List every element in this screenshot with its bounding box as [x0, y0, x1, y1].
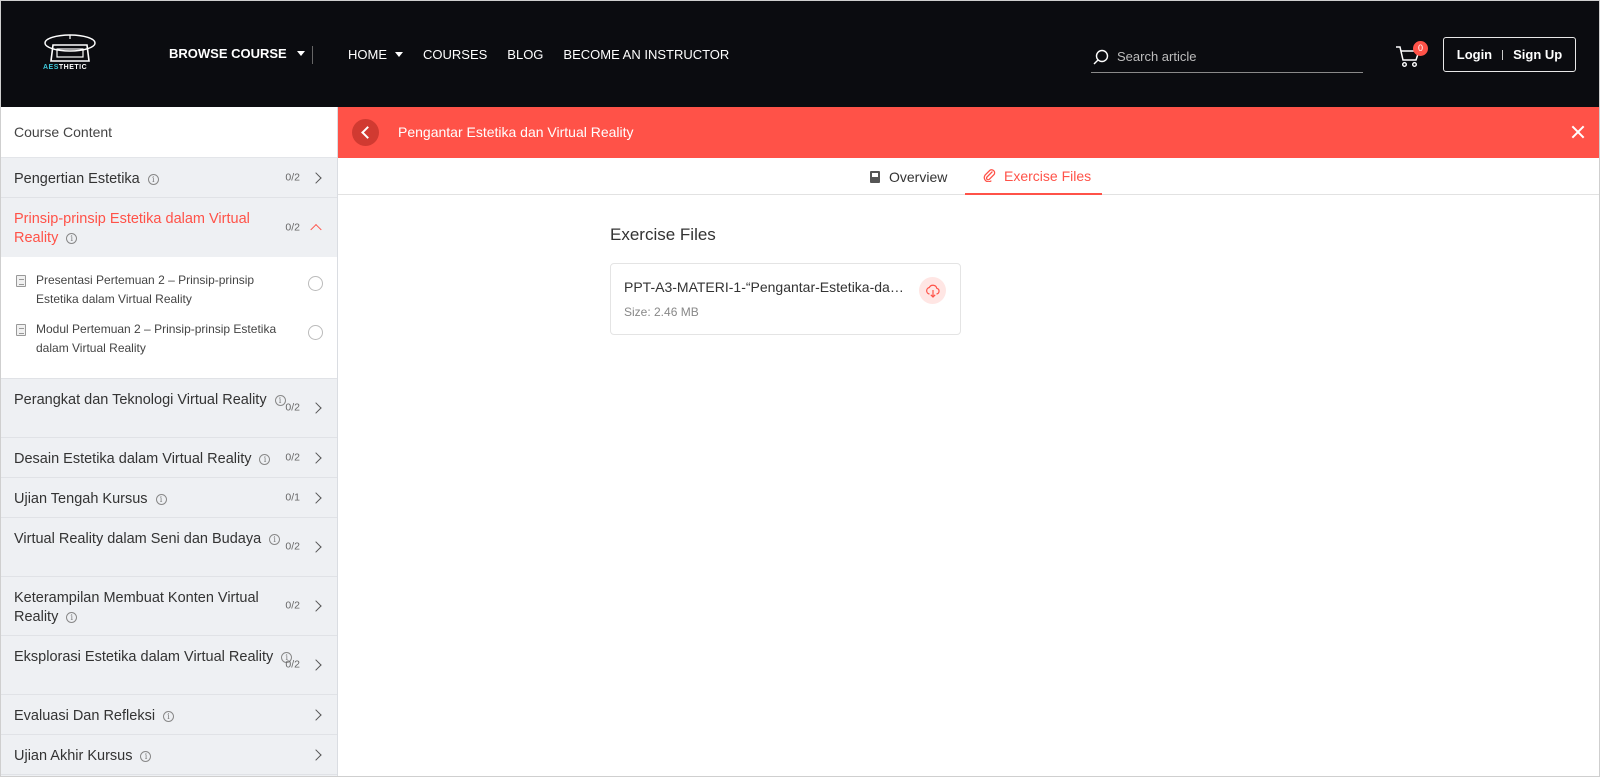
document-icon — [16, 275, 26, 287]
close-icon[interactable] — [1569, 123, 1587, 141]
info-icon[interactable]: i — [163, 710, 175, 722]
topic-item-prinsip-estetika[interactable]: Prinsip-prinsip Estetika dalam Virtual R… — [1, 198, 337, 257]
topic-progress-count: 0/1 — [285, 491, 300, 503]
browse-course-dropdown[interactable]: BROWSE COURSE — [169, 46, 305, 61]
brand-name: AESTHETIC — [43, 64, 88, 71]
topic-item-pengertian-estetika[interactable]: Pengertian Estetika i 0/2 — [1, 158, 337, 198]
chevron-right-icon — [310, 708, 322, 721]
topic-title: Desain Estetika dalam Virtual Reality — [14, 451, 252, 467]
topic-title: Eksplorasi Estetika dalam Virtual Realit… — [14, 649, 274, 665]
tab-exercise-files-label: Exercise Files — [1004, 167, 1092, 184]
main-nav: HOME COURSES BLOG BECOME AN INSTRUCTOR — [348, 47, 729, 62]
chevron-right-icon — [310, 600, 322, 612]
chevron-right-icon — [310, 171, 322, 184]
topic-progress-count: 0/2 — [285, 401, 300, 414]
content-title: Exercise Files — [610, 225, 716, 244]
cloud-download-icon — [925, 284, 940, 298]
lesson-item-modul[interactable]: Modul Pertemuan 2 – Prinsip-prinsip Este… — [1, 314, 337, 363]
topic-title: Keterampilan Membuat Konten Virtual Real… — [14, 590, 259, 625]
topic-item-keterampilan-konten[interactable]: Keterampilan Membuat Konten Virtual Real… — [1, 577, 337, 636]
chevron-right-icon — [310, 402, 322, 414]
file-size: Size: 2.46 MB — [624, 305, 699, 319]
topic-progress-count: 0/2 — [285, 658, 300, 671]
lesson-complete-radio[interactable] — [308, 276, 323, 291]
lesson-tabs: Overview Exercise Files — [338, 158, 1599, 195]
login-link[interactable]: Login — [1457, 47, 1492, 62]
lesson-title: Modul Pertemuan 2 – Prinsip-prinsip Este… — [36, 322, 277, 355]
lesson-title: Pengantar Estetika dan Virtual Reality — [398, 124, 634, 140]
info-icon[interactable]: i — [147, 173, 159, 185]
browse-course-label: BROWSE COURSE — [169, 46, 287, 61]
info-icon[interactable]: i — [66, 232, 78, 244]
book-icon — [870, 170, 880, 183]
caret-down-icon — [296, 51, 305, 56]
topic-item-ujian-tengah[interactable]: Ujian Tengah Kursus i 0/1 — [1, 478, 337, 518]
lesson-item-presentasi[interactable]: Presentasi Pertemuan 2 – Prinsip-prinsip… — [1, 265, 337, 314]
topic-progress-count: 0/2 — [285, 451, 300, 463]
topic-title: Ujian Tengah Kursus — [14, 491, 148, 507]
topic-item-ujian-akhir[interactable]: Ujian Akhir Kursus i — [1, 735, 337, 775]
topic-item-perangkat-teknologi[interactable]: Perangkat dan Teknologi Virtual Reality i… — [1, 379, 337, 438]
search-icon — [1093, 49, 1109, 64]
lesson-list: Presentasi Pertemuan 2 – Prinsip-prinsip… — [1, 257, 337, 379]
topic-title: Evaluasi Dan Refleksi — [14, 708, 156, 724]
chevron-right-icon — [310, 659, 322, 671]
document-icon — [16, 324, 26, 336]
lesson-title: Presentasi Pertemuan 2 – Prinsip-prinsip… — [36, 273, 255, 306]
sidebar-heading: Course Content — [1, 107, 337, 158]
chevron-right-icon — [310, 451, 322, 464]
caret-down-icon — [395, 52, 403, 57]
topic-progress-count: 0/2 — [285, 171, 300, 183]
topic-item-seni-budaya[interactable]: Virtual Reality dalam Seni dan Budaya i 0… — [1, 518, 337, 577]
info-icon[interactable]: i — [274, 394, 286, 406]
topic-progress-count: 0/2 — [285, 540, 300, 553]
app-window: AESTHETIC BROWSE COURSE HOME COURSES BLO… — [0, 0, 1600, 777]
auth-box: Login Sign Up — [1443, 37, 1576, 72]
info-icon[interactable]: i — [140, 750, 152, 762]
tab-overview[interactable]: Overview — [869, 158, 969, 195]
search-input[interactable] — [1117, 49, 1347, 64]
back-arrow-icon[interactable] — [352, 119, 379, 146]
tab-exercise-files[interactable]: Exercise Files — [965, 158, 1102, 195]
chevron-up-icon — [310, 223, 322, 235]
chevron-right-icon — [310, 541, 322, 553]
nav-home[interactable]: HOME — [348, 47, 403, 62]
info-icon[interactable]: i — [155, 493, 167, 505]
topic-title: Pengertian Estetika — [14, 171, 140, 187]
signup-link[interactable]: Sign Up — [1513, 47, 1562, 62]
topic-item-evaluasi-refleksi[interactable]: Evaluasi Dan Refleksi i — [1, 695, 337, 735]
tab-overview-label: Overview — [889, 168, 948, 185]
course-sidebar: Course Content Pengertian Estetika i 0/2 … — [1, 107, 338, 776]
info-icon[interactable]: i — [269, 533, 281, 545]
topic-item-desain-estetika[interactable]: Desain Estetika dalam Virtual Reality i 0… — [1, 438, 337, 478]
topic-title: Prinsip-prinsip Estetika dalam Virtual R… — [14, 211, 250, 246]
topic-title: Virtual Reality dalam Seni dan Budaya — [14, 531, 262, 547]
nav-courses[interactable]: COURSES — [423, 47, 487, 62]
search-bar — [1091, 41, 1363, 73]
topic-item-eksplorasi-estetika[interactable]: Eksplorasi Estetika dalam Virtual Realit… — [1, 636, 337, 695]
paperclip-icon — [983, 169, 996, 182]
info-icon[interactable]: i — [259, 453, 271, 465]
file-name: PPT-A3-MATERI-1-“Pengantar-Estetika-dan.… — [624, 279, 909, 295]
lesson-header-bar: Pengantar Estetika dan Virtual Reality — [338, 107, 1599, 158]
topic-progress-count: 0/2 — [285, 599, 300, 612]
download-button[interactable] — [919, 277, 946, 304]
chevron-right-icon — [310, 491, 322, 504]
lesson-complete-radio[interactable] — [308, 325, 323, 340]
topic-title: Ujian Akhir Kursus — [14, 748, 133, 764]
topic-title: Perangkat dan Teknologi Virtual Reality — [14, 392, 267, 408]
topic-progress-count: 0/2 — [285, 221, 300, 233]
cart-count-badge: 0 — [1413, 41, 1428, 56]
nav-divider — [312, 46, 313, 64]
auth-divider — [1502, 49, 1504, 60]
nav-blog[interactable]: BLOG — [507, 47, 543, 62]
info-icon[interactable]: i — [66, 611, 78, 623]
nav-become-instructor[interactable]: BECOME AN INSTRUCTOR — [563, 47, 729, 62]
chevron-right-icon — [310, 748, 322, 761]
exercise-file-card[interactable]: PPT-A3-MATERI-1-“Pengantar-Estetika-dan.… — [610, 263, 961, 335]
top-navbar: AESTHETIC BROWSE COURSE HOME COURSES BLO… — [1, 1, 1599, 107]
